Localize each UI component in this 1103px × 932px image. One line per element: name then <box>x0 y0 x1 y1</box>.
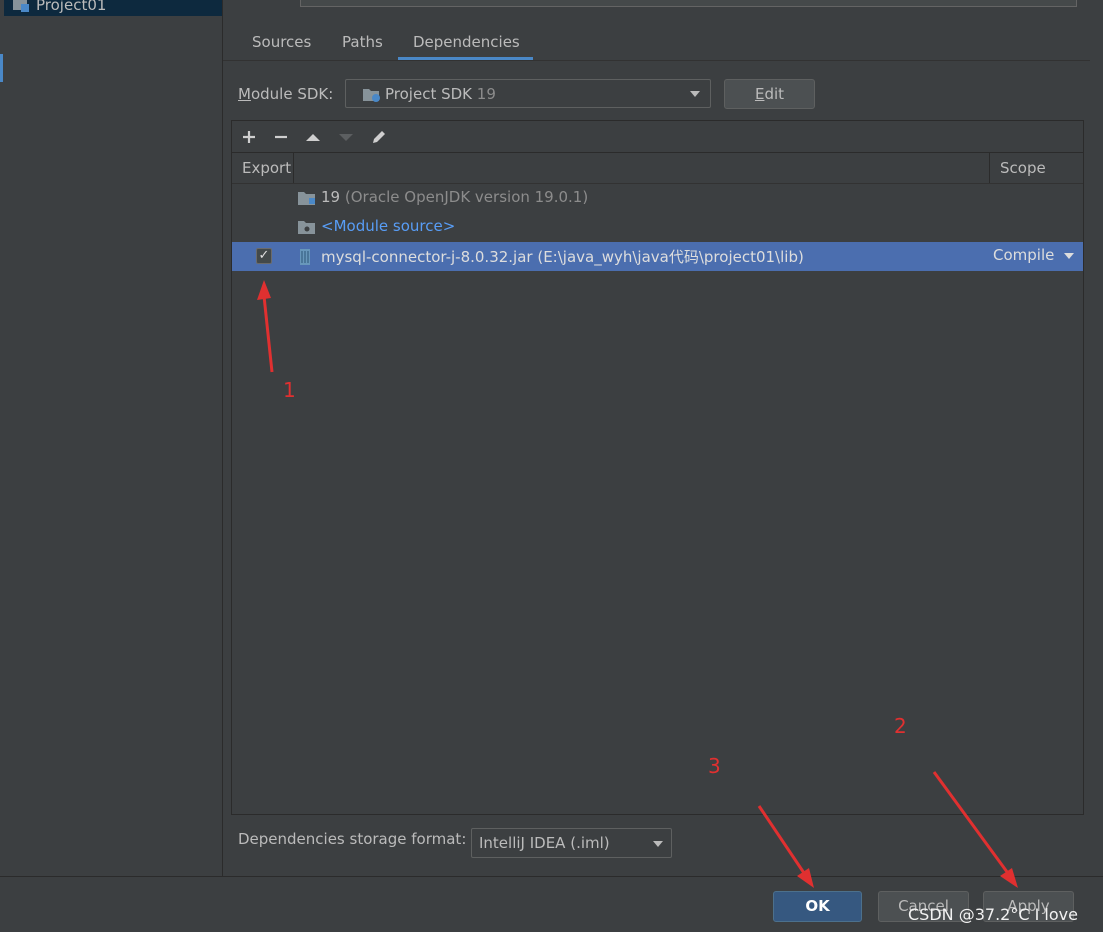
move-down-icon <box>339 134 353 141</box>
column-header-export[interactable]: Export <box>242 159 291 177</box>
annotation-number-3: 3 <box>708 754 721 778</box>
module-tree-panel: Project01 <box>0 0 223 876</box>
column-divider <box>293 153 294 183</box>
dependency-name: <Module source> <box>321 217 456 235</box>
tree-focus-marker <box>0 54 3 82</box>
sdk-folder-icon <box>363 89 380 102</box>
module-name-field[interactable] <box>300 0 1077 7</box>
dependency-row-mysql-connector[interactable]: ✓ mysql-connector-j-8.0.32.jar (E:\java_… <box>232 242 1083 271</box>
dependencies-toolbar <box>232 121 1083 153</box>
table-header: Export Scope <box>232 153 1083 184</box>
annotation-number-1: 1 <box>283 378 296 402</box>
dependency-row-module-source[interactable]: <Module source> <box>232 213 1083 242</box>
scope-dropdown[interactable]: Compile <box>993 246 1054 264</box>
chevron-down-icon <box>690 91 700 97</box>
jdk-version: 19 <box>321 188 341 206</box>
tab-dependencies[interactable]: Dependencies <box>413 33 520 59</box>
edit-sdk-button[interactable]: Edit <box>724 79 815 109</box>
jar-library-icon <box>300 249 310 265</box>
storage-format-value: IntelliJ IDEA (.iml) <box>479 834 610 852</box>
dependencies-table-panel: Export Scope 19 (Oracle OpenJDK version … <box>231 120 1084 815</box>
module-folder-icon <box>13 0 29 12</box>
module-source-folder-icon <box>298 221 315 234</box>
export-checkbox[interactable]: ✓ <box>256 248 272 264</box>
remove-icon[interactable] <box>271 127 291 147</box>
jdk-folder-icon <box>298 192 315 205</box>
storage-format-label: Dependencies storage format: <box>238 830 467 848</box>
annotation-number-2: 2 <box>894 714 907 738</box>
move-up-icon[interactable] <box>303 127 323 147</box>
module-sdk-mnemonic: M <box>238 85 251 103</box>
module-sdk-dropdown[interactable]: Project SDK 19 <box>345 79 711 108</box>
module-tree-item-project01[interactable]: Project01 <box>36 0 106 14</box>
button-bar-separator <box>0 876 1103 877</box>
watermark: CSDN @37.2°C I love <box>908 905 1078 924</box>
module-sdk-version: 19 <box>476 85 496 103</box>
module-sdk-name: Project SDK <box>385 85 472 103</box>
tab-sources[interactable]: Sources <box>252 33 311 59</box>
storage-format-dropdown[interactable]: IntelliJ IDEA (.iml) <box>471 828 672 858</box>
module-sdk-value: Project SDK 19 <box>385 85 496 103</box>
tabs-separator <box>223 60 1090 61</box>
chevron-down-icon[interactable] <box>1064 253 1074 259</box>
edit-icon[interactable] <box>369 127 389 147</box>
dependency-name: 19 (Oracle OpenJDK version 19.0.1) <box>321 188 588 206</box>
edit-label-text: dit <box>764 85 785 103</box>
module-sdk-label: Module SDK: <box>238 85 333 103</box>
module-sdk-label-text: odule SDK: <box>250 85 334 103</box>
tab-paths[interactable]: Paths <box>342 33 383 59</box>
dependency-row-jdk[interactable]: 19 (Oracle OpenJDK version 19.0.1) <box>232 184 1083 213</box>
column-header-scope[interactable]: Scope <box>1000 159 1046 177</box>
dependency-name: mysql-connector-j-8.0.32.jar (E:\java_wy… <box>321 248 804 266</box>
ok-button[interactable]: OK <box>773 891 862 922</box>
column-divider <box>989 153 990 183</box>
jdk-detail: (Oracle OpenJDK version 19.0.1) <box>340 188 589 206</box>
chevron-down-icon <box>653 841 663 847</box>
add-icon[interactable] <box>239 127 259 147</box>
